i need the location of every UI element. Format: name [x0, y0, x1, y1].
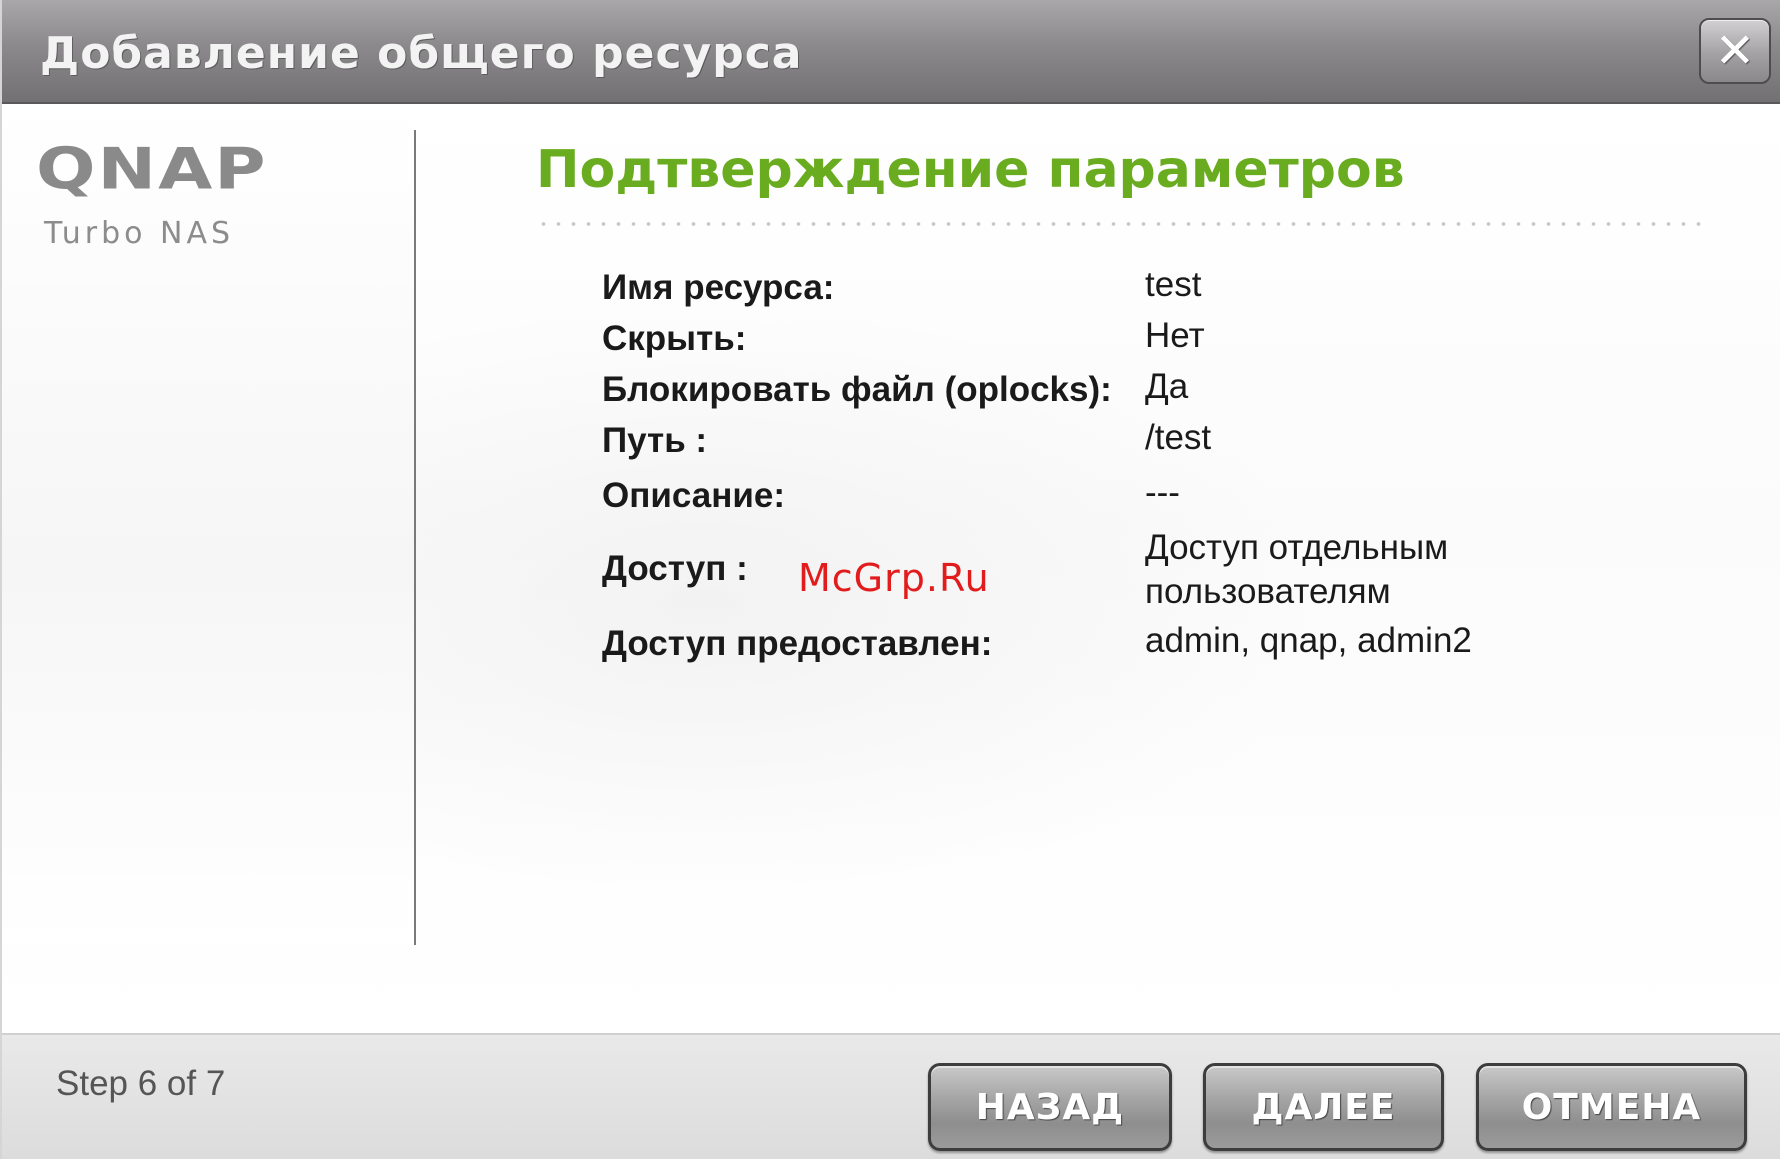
close-icon: ✕: [1714, 23, 1756, 79]
next-button[interactable]: ДАЛЕЕ: [1203, 1063, 1444, 1151]
row-value: Да: [1145, 367, 1189, 406]
dotted-separator: [536, 222, 1710, 226]
row-value-line1: Доступ отдельным: [1145, 528, 1449, 567]
row-label: Блокировать файл (oplocks):: [602, 370, 1112, 409]
row-value-line2: пользователям: [1145, 572, 1391, 611]
cancel-button[interactable]: ОТМЕНА: [1476, 1063, 1747, 1151]
add-share-dialog: Добавление общего ресурса ✕ QNAP Turbo N…: [0, 0, 1780, 1159]
row-value: ---: [1145, 473, 1180, 512]
row-value: admin, qnap, admin2: [1145, 621, 1472, 660]
row-label: Доступ :: [602, 549, 748, 588]
row-label: Описание:: [602, 476, 786, 515]
close-button[interactable]: ✕: [1699, 18, 1771, 84]
row-value: test: [1145, 265, 1202, 304]
qnap-logo: QNAP Turbo NAS: [36, 135, 328, 251]
dialog-title: Добавление общего ресурса: [40, 28, 803, 79]
row-label: Скрыть:: [602, 319, 747, 358]
logo-wordmark: QNAP: [36, 135, 268, 203]
row-value: Нет: [1145, 316, 1205, 355]
step-indicator: Step 6 of 7: [56, 1064, 226, 1103]
page-heading: Подтверждение параметров: [536, 140, 1405, 200]
cancel-button-label: ОТМЕНА: [1521, 1086, 1702, 1128]
back-button[interactable]: НАЗАД: [928, 1063, 1172, 1151]
row-value: /test: [1145, 418, 1212, 457]
vertical-divider: [414, 130, 416, 945]
watermark-text: McGrp.Ru: [798, 556, 990, 600]
row-label: Доступ предоставлен:: [602, 624, 993, 663]
next-button-label: ДАЛЕЕ: [1251, 1086, 1396, 1128]
title-bar[interactable]: Добавление общего ресурса ✕: [2, 0, 1780, 104]
row-label: Путь :: [602, 421, 708, 460]
logo-subtitle: Turbo NAS: [44, 216, 235, 251]
row-label: Имя ресурса:: [602, 268, 835, 307]
back-button-label: НАЗАД: [975, 1086, 1125, 1128]
